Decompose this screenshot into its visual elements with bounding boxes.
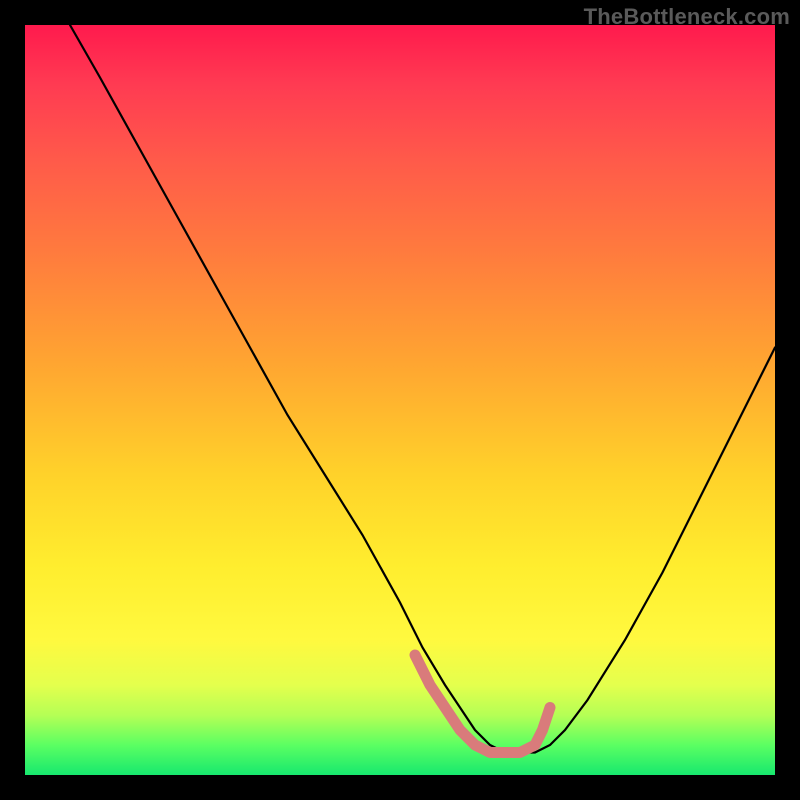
curve-svg xyxy=(25,25,775,775)
chart-stage: TheBottleneck.com xyxy=(0,0,800,800)
bottleneck-curve-path xyxy=(70,25,775,753)
plot-area xyxy=(25,25,775,775)
